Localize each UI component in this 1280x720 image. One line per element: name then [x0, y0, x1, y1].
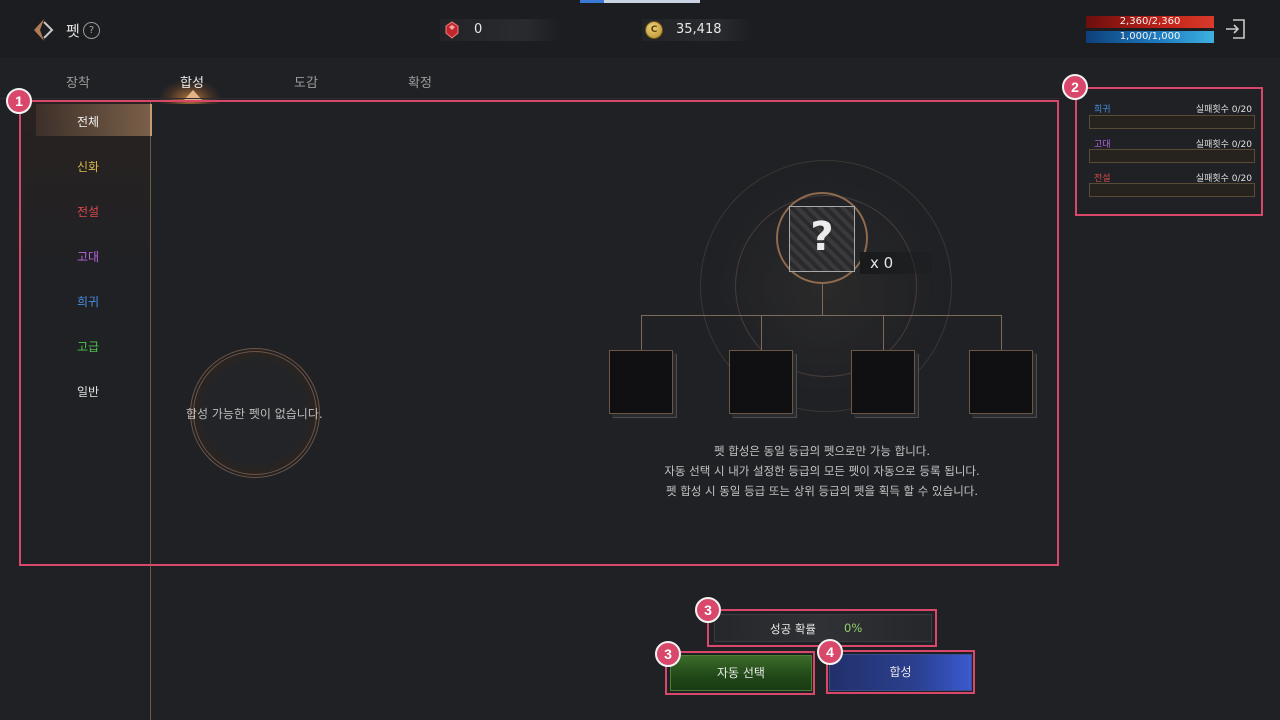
annotation-badge-3: 3: [695, 597, 721, 623]
gem-value: 0: [474, 22, 483, 37]
top-strip-accent: [580, 0, 604, 3]
gold-coin-icon: C: [645, 21, 663, 39]
tab-equip[interactable]: 장착: [66, 72, 90, 91]
exit-icon[interactable]: [1224, 18, 1246, 40]
hp-bar: 2,360/2,360: [1086, 16, 1214, 28]
tab-divider: [0, 98, 1060, 99]
tab-confirm[interactable]: 확정: [408, 72, 432, 91]
annotation-badge-2: 2: [1062, 74, 1088, 100]
page-title: 펫: [66, 22, 80, 40]
mp-bar: 1,000/1,000: [1086, 31, 1214, 43]
annotation-box-4: [826, 650, 975, 694]
help-icon[interactable]: ?: [83, 22, 100, 39]
annotation-box-1: [19, 100, 1059, 566]
annotation-badge-1: 1: [6, 88, 32, 114]
annotation-box-2: [1075, 87, 1263, 216]
back-arrow-icon[interactable]: [30, 16, 58, 44]
annotation-badge-4: 4: [817, 639, 843, 665]
tab-synthesis[interactable]: 합성: [180, 72, 204, 91]
coin-value: 35,418: [676, 22, 722, 37]
top-bar: [0, 0, 1280, 58]
ruby-gem-icon: [445, 21, 459, 39]
annotation-box-3: [665, 651, 815, 695]
annotation-badge-3: 3: [655, 641, 681, 667]
tab-codex[interactable]: 도감: [294, 72, 318, 91]
